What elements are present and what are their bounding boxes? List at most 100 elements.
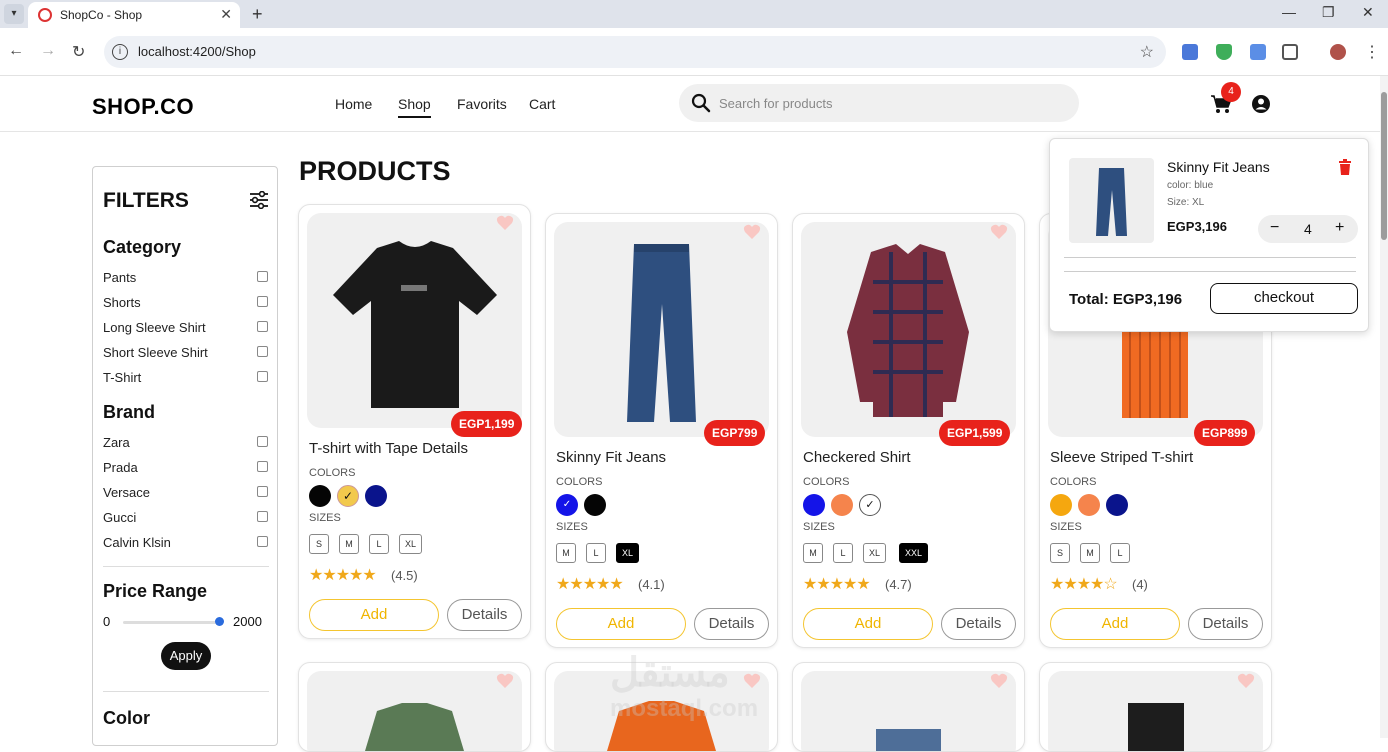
size-option[interactable]: M (803, 543, 823, 563)
maximize-icon[interactable]: ❐ (1322, 4, 1335, 21)
favorite-heart-icon[interactable] (990, 673, 1008, 689)
size-option[interactable]: L (1110, 543, 1130, 563)
bookmark-star-icon[interactable]: ☆ (1140, 42, 1154, 62)
trash-icon[interactable] (1338, 159, 1352, 175)
product-card[interactable] (1039, 662, 1272, 752)
size-option[interactable]: L (369, 534, 389, 554)
back-icon[interactable]: ← (8, 42, 24, 60)
favorite-heart-icon[interactable] (496, 215, 514, 231)
color-swatch-black[interactable] (584, 494, 606, 516)
favorite-heart-icon[interactable] (743, 224, 761, 240)
details-button[interactable]: Details (694, 608, 769, 640)
brand-gucci-checkbox[interactable] (257, 511, 268, 522)
product-image-green-shirt[interactable] (307, 671, 522, 751)
product-card[interactable]: EGP1,599 Checkered Shirt COLORS ✓ SIZES … (792, 213, 1025, 648)
tab-search-button[interactable]: ▾ (4, 4, 24, 24)
product-card[interactable]: EGP1,199 T-shirt with Tape Details COLOR… (298, 204, 531, 639)
nav-home[interactable]: Home (335, 96, 372, 112)
details-button[interactable]: Details (447, 599, 522, 631)
favorite-heart-icon[interactable] (743, 673, 761, 689)
brand-calvin-checkbox[interactable] (257, 536, 268, 547)
color-swatch-orange[interactable] (1078, 494, 1100, 516)
details-button[interactable]: Details (941, 608, 1016, 640)
quantity-decrease-button[interactable]: − (1270, 219, 1279, 237)
size-option-selected[interactable]: XL (616, 543, 640, 563)
product-image-shirt[interactable] (801, 222, 1016, 437)
apply-filters-button[interactable]: Apply (161, 642, 211, 670)
product-name[interactable]: Sleeve Striped T-shirt (1050, 449, 1193, 466)
color-swatch-orange[interactable] (831, 494, 853, 516)
size-option[interactable]: L (586, 543, 606, 563)
favorite-heart-icon[interactable] (496, 673, 514, 689)
product-name[interactable]: T-shirt with Tape Details (309, 440, 468, 457)
site-logo[interactable]: SHOP.CO (92, 94, 194, 120)
product-image-shorts[interactable] (801, 671, 1016, 751)
color-swatch-amber[interactable] (1050, 494, 1072, 516)
color-swatch-black[interactable] (309, 485, 331, 507)
size-option-selected[interactable]: XXL (899, 543, 929, 563)
size-option[interactable]: M (556, 543, 576, 563)
profile-avatar-icon[interactable] (1330, 44, 1346, 60)
size-option[interactable]: S (1050, 543, 1070, 563)
quantity-increase-button[interactable]: + (1335, 219, 1344, 237)
extensions-puzzle-icon[interactable] (1282, 44, 1298, 60)
tab-close-icon[interactable]: ✕ (220, 6, 232, 23)
nav-shop[interactable]: Shop (398, 96, 431, 118)
product-card[interactable]: EGP799 Skinny Fit Jeans COLORS ✓ SIZES M… (545, 213, 778, 648)
minimize-icon[interactable]: — (1282, 4, 1296, 20)
size-option[interactable]: XL (399, 534, 423, 554)
window-close-icon[interactable]: ✕ (1362, 4, 1374, 21)
add-to-cart-button[interactable]: Add (1050, 608, 1180, 640)
brand-prada-checkbox[interactable] (257, 461, 268, 472)
sliders-icon[interactable] (249, 191, 269, 209)
category-pants-checkbox[interactable] (257, 271, 268, 282)
browser-tab[interactable]: ShopCo - Shop ✕ (28, 2, 240, 28)
category-shorts-checkbox[interactable] (257, 296, 268, 307)
nav-favorits[interactable]: Favorits (457, 96, 507, 112)
price-range-slider[interactable] (123, 621, 219, 624)
reload-icon[interactable]: ↻ (72, 42, 85, 62)
color-swatch-white-selected[interactable]: ✓ (859, 494, 881, 516)
price-range-thumb[interactable] (215, 617, 224, 626)
shield-extension-icon[interactable] (1216, 44, 1232, 60)
new-tab-button[interactable]: + (252, 4, 263, 25)
category-long-sleeve-checkbox[interactable] (257, 321, 268, 332)
color-swatch-yellow-selected[interactable]: ✓ (337, 485, 359, 507)
brand-versace-checkbox[interactable] (257, 486, 268, 497)
docs-extension-icon[interactable] (1250, 44, 1266, 60)
product-card[interactable] (792, 662, 1025, 752)
search-input[interactable]: Search for products (719, 96, 832, 111)
color-swatch-navy[interactable] (1106, 494, 1128, 516)
color-swatch-navy[interactable] (365, 485, 387, 507)
site-info-icon[interactable]: i (112, 44, 128, 60)
size-option[interactable]: L (833, 543, 853, 563)
address-bar[interactable]: i localhost:4200/Shop ☆ (104, 36, 1166, 68)
product-name[interactable]: Checkered Shirt (803, 449, 911, 466)
size-option[interactable]: S (309, 534, 329, 554)
url-text[interactable]: localhost:4200/Shop (138, 44, 256, 59)
product-card[interactable] (298, 662, 531, 752)
add-to-cart-button[interactable]: Add (556, 608, 686, 640)
color-swatch-blue[interactable] (803, 494, 825, 516)
category-short-sleeve-checkbox[interactable] (257, 346, 268, 357)
translate-icon[interactable] (1182, 44, 1198, 60)
checkout-button[interactable]: checkout (1210, 283, 1358, 314)
category-tshirt-checkbox[interactable] (257, 371, 268, 382)
details-button[interactable]: Details (1188, 608, 1263, 640)
scrollbar-thumb[interactable] (1381, 92, 1387, 240)
favorite-heart-icon[interactable] (1237, 673, 1255, 689)
product-image-black-pants[interactable] (1048, 671, 1263, 751)
favorite-heart-icon[interactable] (990, 224, 1008, 240)
product-image-tshirt[interactable] (307, 213, 522, 428)
user-account-icon[interactable] (1251, 94, 1271, 114)
add-to-cart-button[interactable]: Add (309, 599, 439, 631)
add-to-cart-button[interactable]: Add (803, 608, 933, 640)
product-name[interactable]: Skinny Fit Jeans (556, 449, 666, 466)
product-image-jeans[interactable] (554, 222, 769, 437)
nav-cart[interactable]: Cart (529, 96, 555, 112)
size-option[interactable]: M (339, 534, 359, 554)
browser-menu-icon[interactable]: ⋮ (1364, 42, 1380, 62)
forward-icon[interactable]: → (40, 42, 56, 60)
search-bar[interactable]: Search for products (679, 84, 1079, 122)
size-option[interactable]: M (1080, 543, 1100, 563)
